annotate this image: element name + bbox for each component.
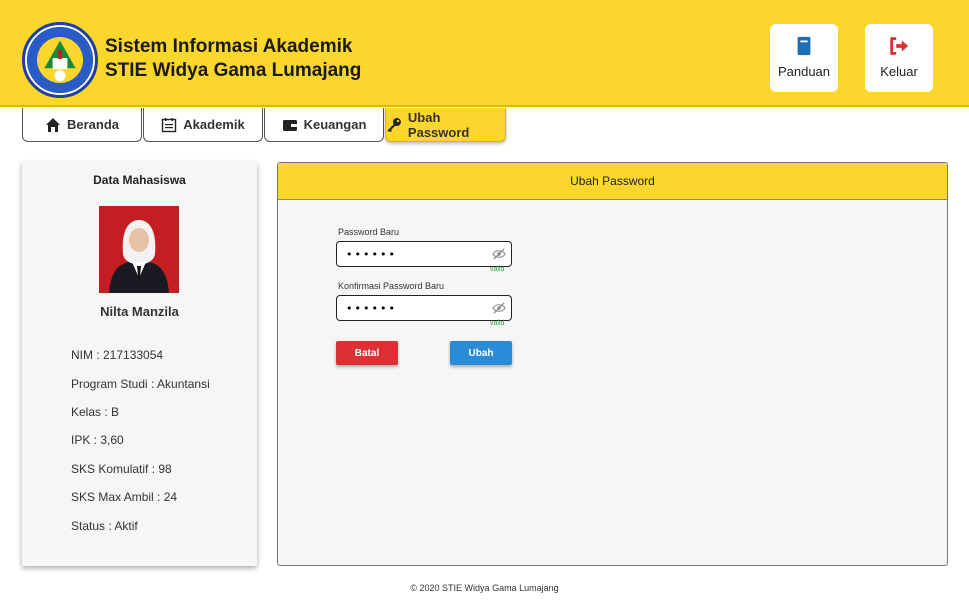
student-card: Data Mahasiswa Nilta Manzila NIM : 21713… [22,162,257,566]
student-photo [99,206,179,293]
book-icon [797,36,811,56]
new-password-label: Password Baru [338,227,400,237]
change-password-panel: Ubah Password Password Baru valid Konfir… [277,162,948,566]
sign-out-icon [890,37,909,55]
home-icon [45,117,60,132]
student-class: Kelas : B [71,405,120,419]
key-icon [387,117,401,132]
student-program: Program Studi : Akuntansi [71,377,210,391]
confirm-password-label: Konfirmasi Password Baru [338,281,445,291]
eye-slash-icon[interactable] [492,247,506,261]
tab-beranda-label: Beranda [66,117,120,132]
app-title-line1: Sistem Informasi Akademik [105,36,353,57]
confirm-password-field[interactable] [336,295,512,321]
tab-akademik-label: Akademik [183,117,245,132]
calendar-icon [162,117,177,132]
submit-button[interactable]: Ubah [450,341,512,365]
panel-title: Ubah Password [278,163,947,200]
tab-ubah-password[interactable]: Ubah Password [385,108,506,142]
tab-keuangan-label: Keuangan [303,117,367,132]
new-password-input[interactable] [337,242,477,266]
wallet-icon [282,119,297,131]
student-status: Status : Aktif [71,519,138,533]
footer-text: 2020 STIE Widya Gama Lumajang [419,583,559,593]
student-card-title: Data Mahasiswa [93,173,186,187]
keluar-label: Keluar [880,64,918,79]
app-header: Sistem Informasi Akademik STIE Widya Gam… [0,0,969,107]
student-gpa: IPK : 3,60 [71,433,124,447]
stie-logo [22,22,98,98]
tab-akademik[interactable]: Akademik [143,108,263,142]
tab-keuangan[interactable]: Keuangan [264,108,384,142]
tab-beranda[interactable]: Beranda [22,108,142,142]
footer: © 2020 STIE Widya Gama Lumajang [0,583,969,593]
tab-ubah-password-label: Ubah Password [407,109,470,140]
panduan-button[interactable]: Panduan [770,24,838,92]
eye-slash-icon[interactable] [492,301,506,315]
student-nim: NIM : 217133054 [71,348,164,362]
copyright-icon: © [410,583,418,593]
student-credits-total: SKS Komulatif : 98 [71,462,172,476]
keluar-button[interactable]: Keluar [865,24,933,92]
confirm-password-input[interactable] [337,296,477,320]
confirm-password-valid: valid [490,320,505,327]
cancel-button[interactable]: Batal [336,341,398,365]
app-title: Sistem Informasi Akademik STIE Widya Gam… [105,35,361,83]
student-credits-max: SKS Max Ambil : 24 [71,490,178,504]
panduan-label: Panduan [777,64,831,79]
app-title-line2: STIE Widya Gama Lumajang [105,60,362,81]
student-name: Nilta Manzila [100,304,179,319]
new-password-field[interactable] [336,241,512,267]
new-password-valid: valid [490,266,505,273]
